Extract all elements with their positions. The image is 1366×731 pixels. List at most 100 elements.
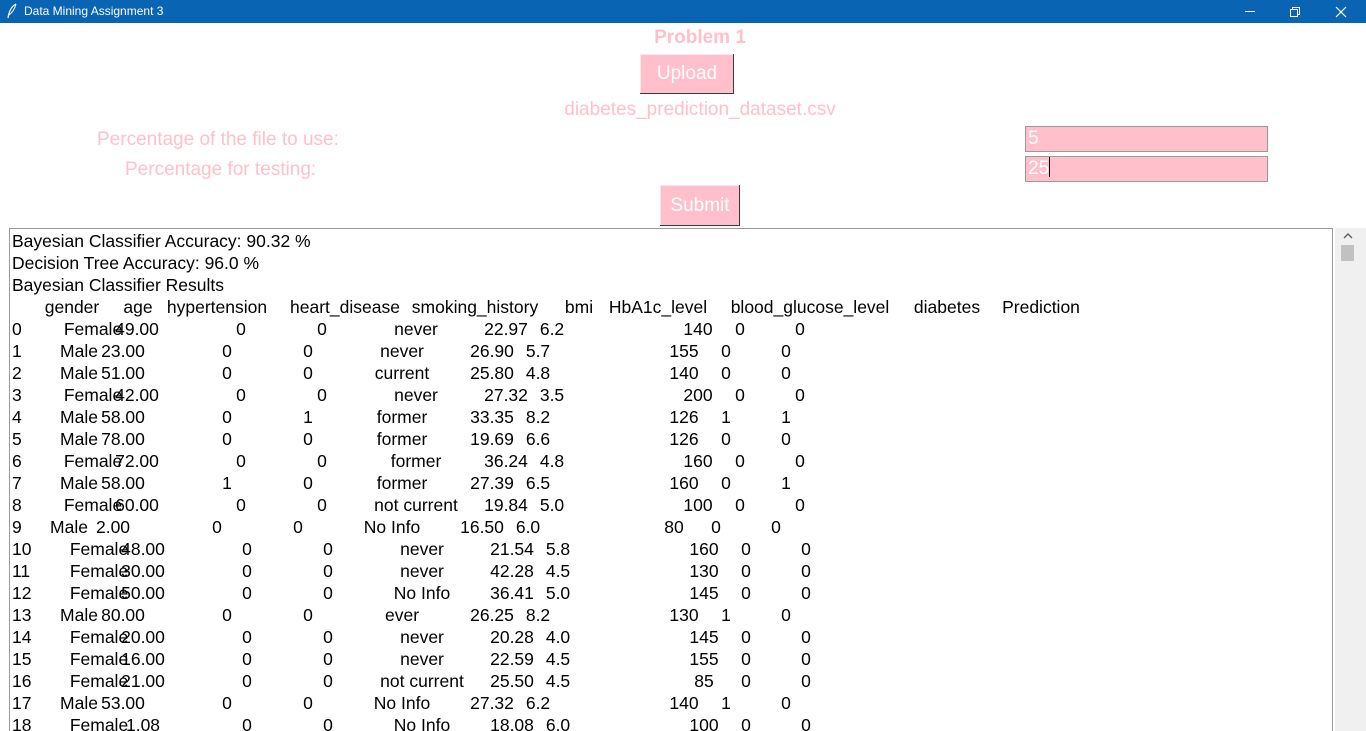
table-cell: 6.0 — [515, 517, 541, 537]
results-output-area[interactable]: Bayesian Classifier Accuracy: 90.32 % De… — [9, 228, 1333, 731]
table-cell: 42.00 — [115, 385, 159, 405]
submit-button[interactable]: Submit — [660, 185, 740, 226]
close-icon — [1335, 6, 1347, 18]
scroll-thumb[interactable] — [1341, 245, 1354, 261]
table-cell: 0 — [735, 451, 745, 471]
upload-file-button[interactable]: Upload File — [640, 54, 734, 124]
restore-button[interactable] — [1272, 0, 1318, 23]
table-cell: 0 — [242, 561, 252, 581]
row-index: 15 — [12, 649, 32, 669]
table-cell: 21.54 — [490, 539, 534, 559]
table-cell: 33.35 — [470, 407, 514, 427]
table-cell: 0 — [323, 627, 333, 647]
table-cell: 0 — [711, 517, 721, 537]
table-cell: 1 — [781, 473, 791, 493]
table-cell: Female — [69, 583, 129, 603]
close-button[interactable] — [1318, 0, 1364, 23]
vertical-scrollbar[interactable] — [1335, 228, 1366, 731]
table-cell: 58.00 — [101, 407, 145, 427]
table-cell: 0 — [741, 715, 751, 731]
table-cell: 19.84 — [484, 495, 528, 515]
table-cell: 53.00 — [101, 693, 145, 713]
feather-icon — [7, 3, 17, 19]
file-percentage-input[interactable]: 5 — [1025, 126, 1268, 152]
table-cell: 100 — [689, 715, 719, 731]
table-cell: 155 — [689, 649, 719, 669]
table-cell: 1 — [721, 605, 731, 625]
table-cell: never — [400, 649, 444, 669]
column-header-blood-glucose-level: blood_glucose_level — [730, 297, 890, 317]
table-cell: 30.00 — [121, 561, 165, 581]
table-cell: 0 — [222, 407, 232, 427]
table-cell: 2.00 — [95, 517, 131, 537]
table-cell: 0 — [242, 583, 252, 603]
table-cell: 0 — [222, 363, 232, 383]
scroll-up-arrow-icon[interactable] — [1343, 232, 1353, 239]
table-cell: 6.6 — [525, 429, 551, 449]
table-cell: 130 — [689, 561, 719, 581]
table-cell: 0 — [317, 385, 327, 405]
table-cell: 145 — [689, 583, 719, 603]
table-cell: 0 — [317, 319, 327, 339]
table-cell: Female — [69, 649, 129, 669]
table-cell: former — [376, 473, 428, 493]
table-cell: 16.00 — [121, 649, 165, 669]
table-cell: 0 — [801, 627, 811, 647]
table-cell: 0 — [735, 319, 745, 339]
table-cell: 0 — [735, 385, 745, 405]
table-cell: 27.39 — [470, 473, 514, 493]
test-percentage-input[interactable]: 25 — [1025, 156, 1268, 182]
table-cell: 27.32 — [470, 693, 514, 713]
table-cell: 6.0 — [545, 715, 571, 731]
table-cell: 18.08 — [490, 715, 534, 731]
column-header-smoking-history: smoking_history — [411, 297, 539, 317]
table-cell: 0 — [795, 319, 805, 339]
table-cell: 100 — [683, 495, 713, 515]
row-index: 14 — [12, 627, 32, 647]
table-cell: Female — [69, 671, 129, 691]
table-cell: 21.00 — [121, 671, 165, 691]
table-cell: never — [400, 539, 444, 559]
table-cell: 4.8 — [539, 451, 565, 471]
table-cell: 0 — [236, 451, 246, 471]
table-cell: 49.00 — [115, 319, 159, 339]
table-cell: 4.0 — [545, 627, 571, 647]
table-cell: 4.5 — [545, 671, 571, 691]
table-cell: Female — [69, 627, 129, 647]
table-cell: 0 — [801, 583, 811, 603]
table-cell: 0 — [721, 429, 731, 449]
table-cell: 51.00 — [101, 363, 145, 383]
table-cell: former — [390, 451, 442, 471]
test-percentage-label: Percentage for testing: — [125, 159, 317, 180]
table-cell: 0 — [801, 539, 811, 559]
selected-filename: diabetes_prediction_dataset.csv — [564, 99, 836, 120]
table-cell: 0 — [735, 495, 745, 515]
table-cell: 0 — [323, 715, 333, 731]
table-cell: No Info — [363, 517, 421, 537]
table-cell: 0 — [781, 605, 791, 625]
table-cell: 4.5 — [545, 561, 571, 581]
text-caret — [1049, 157, 1051, 177]
table-cell: 0 — [781, 341, 791, 361]
window-title-bar[interactable]: Data Mining Assignment 3 — [0, 0, 1366, 23]
table-cell: 1 — [721, 407, 731, 427]
table-cell: 25.50 — [490, 671, 534, 691]
table-cell: 1 — [222, 473, 232, 493]
table-cell: 0 — [236, 319, 246, 339]
table-cell: 27.32 — [484, 385, 528, 405]
minimize-button[interactable] — [1227, 0, 1273, 23]
table-cell: 0 — [323, 539, 333, 559]
window-title: Data Mining Assignment 3 — [24, 4, 164, 18]
table-cell: Male — [60, 407, 98, 427]
column-header-gender: gender — [44, 297, 100, 317]
table-cell: 0 — [317, 495, 327, 515]
table-cell: 0 — [242, 671, 252, 691]
table-cell: 0 — [236, 495, 246, 515]
table-cell: 160 — [689, 539, 719, 559]
table-cell: 0 — [771, 517, 781, 537]
table-cell: never — [400, 561, 444, 581]
table-cell: former — [376, 407, 428, 427]
table-cell: Male — [60, 363, 98, 383]
table-cell: 25.80 — [470, 363, 514, 383]
table-cell: No Info — [393, 715, 451, 731]
